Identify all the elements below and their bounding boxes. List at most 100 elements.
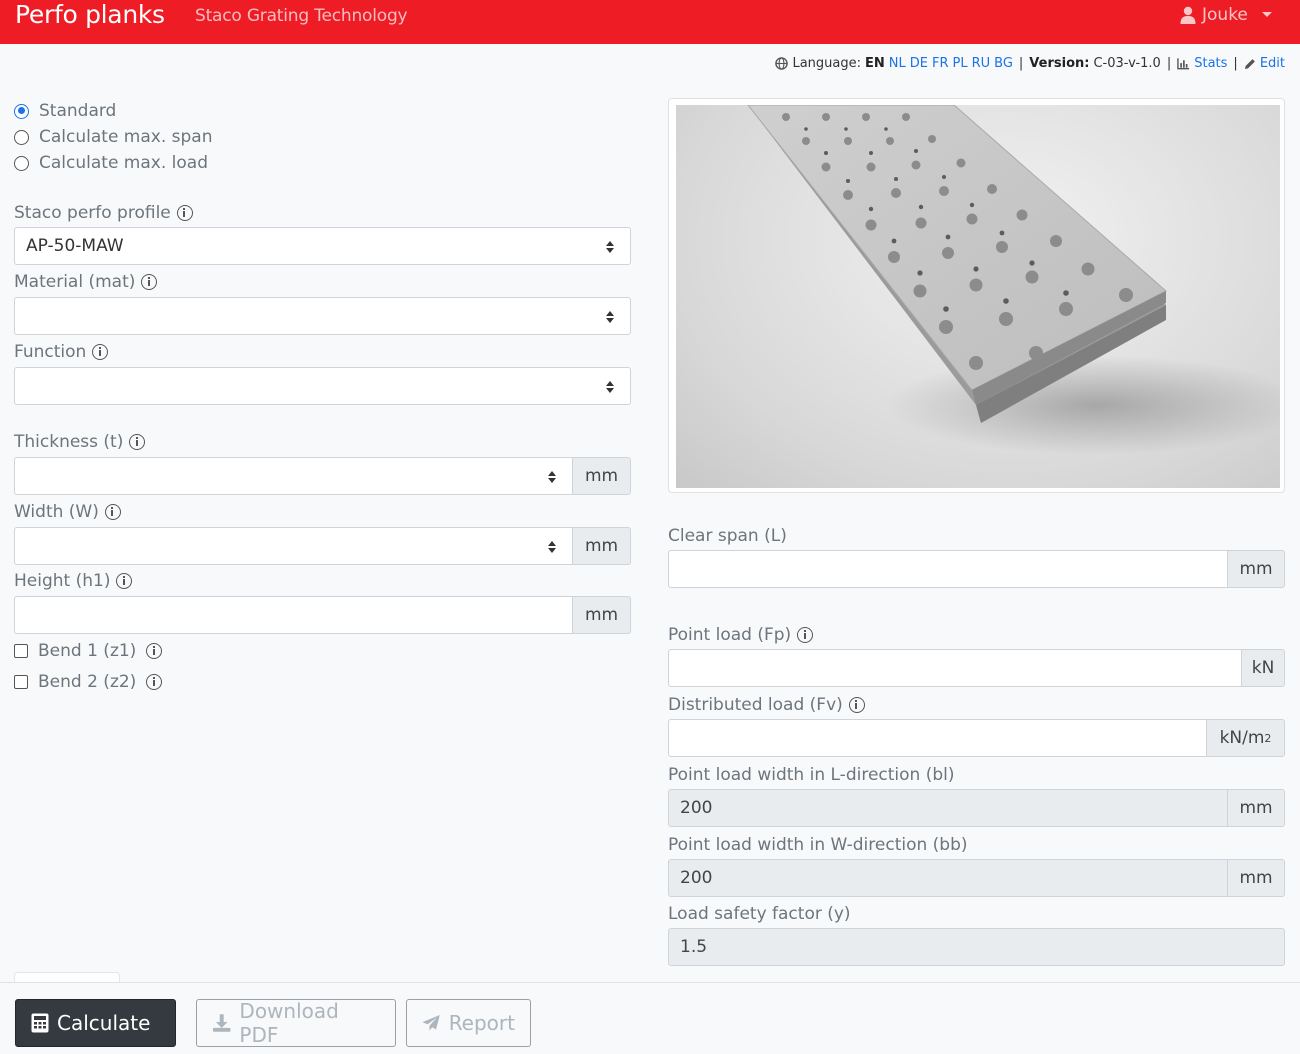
function-label: Function [14, 342, 109, 362]
clear-span-label-text: Clear span (L) [668, 526, 787, 546]
separator: | [1233, 56, 1238, 71]
select-arrows-icon [606, 241, 614, 253]
safety-input[interactable]: 1.5 [668, 928, 1285, 966]
mode-label-max-span: Calculate max. span [39, 127, 213, 147]
bar-chart-icon [1177, 57, 1190, 69]
thickness-unit: mm [572, 457, 631, 495]
meta-bar: Language: EN NL DE FR PL RU BG | Version… [775, 56, 1285, 71]
perforated-plank-illustration [747, 105, 1280, 455]
info-icon[interactable] [848, 697, 865, 713]
user-icon [1180, 6, 1196, 24]
info-icon[interactable] [146, 643, 163, 659]
bend2-option[interactable]: Bend 2 (z2) [14, 672, 163, 692]
calculate-label: Calculate [57, 1011, 151, 1035]
version-value: C-03-v-1.0 [1093, 56, 1161, 71]
bl-input[interactable]: 200 [668, 789, 1228, 827]
width-unit: mm [572, 527, 631, 565]
select-arrows-icon [606, 381, 614, 393]
download-pdf-button[interactable]: Download PDF [196, 999, 396, 1047]
bl-input-value: 200 [680, 798, 713, 818]
info-icon[interactable] [797, 627, 814, 643]
version-label: Version: [1029, 56, 1090, 71]
product-image [676, 105, 1280, 488]
bb-input-value: 200 [680, 868, 713, 888]
bl-label: Point load width in L-direction (bl) [668, 765, 955, 785]
bb-label-text: Point load width in W-direction (bb) [668, 835, 968, 855]
height-input[interactable] [14, 596, 573, 634]
language-current: EN [865, 56, 885, 71]
top-navbar: Perfo planks Staco Grating Technology Jo… [0, 0, 1300, 44]
mode-option-standard[interactable]: Standard [14, 101, 116, 121]
separator: | [1018, 56, 1024, 71]
clear-span-input[interactable] [668, 550, 1228, 588]
language-link-fr[interactable]: FR [932, 56, 949, 71]
safety-label-text: Load safety factor (y) [668, 904, 851, 924]
function-select[interactable] [14, 367, 631, 405]
info-icon[interactable] [146, 674, 163, 690]
radio-max-span[interactable] [14, 129, 29, 145]
action-footer [0, 982, 1300, 1054]
info-icon[interactable] [92, 344, 109, 360]
mode-label-max-load: Calculate max. load [39, 153, 208, 173]
profile-label-text: Staco perfo profile [14, 203, 171, 223]
language-link-pl[interactable]: PL [952, 56, 967, 71]
app-tagline: Staco Grating Technology [195, 6, 408, 26]
info-icon[interactable] [129, 434, 146, 450]
material-label-text: Material (mat) [14, 272, 136, 292]
radio-max-load[interactable] [14, 155, 29, 171]
point-load-label: Point load (Fp) [668, 625, 814, 645]
bend1-option[interactable]: Bend 1 (z1) [14, 641, 163, 661]
function-label-text: Function [14, 342, 87, 362]
bend2-label: Bend 2 (z2) [38, 672, 137, 692]
bl-label-text: Point load width in L-direction (bl) [668, 765, 955, 785]
stats-link[interactable]: Stats [1194, 56, 1227, 71]
dist-load-input[interactable] [668, 719, 1207, 757]
paper-plane-icon [422, 1015, 440, 1031]
thickness-select[interactable] [14, 457, 573, 495]
safety-label: Load safety factor (y) [668, 904, 851, 924]
user-menu[interactable]: Jouke [1180, 5, 1272, 25]
language-link-de[interactable]: DE [910, 56, 928, 71]
bend2-checkbox[interactable] [14, 675, 28, 689]
dist-load-unit-sup: 2 [1264, 731, 1272, 745]
download-pdf-label: Download PDF [239, 999, 339, 1047]
report-button[interactable]: Report [406, 999, 531, 1047]
info-icon[interactable] [141, 274, 158, 290]
calculator-icon [31, 1013, 49, 1033]
bb-unit: mm [1227, 859, 1285, 897]
calculate-button[interactable]: Calculate [15, 999, 176, 1047]
material-label: Material (mat) [14, 272, 158, 292]
bb-input[interactable]: 200 [668, 859, 1228, 897]
thickness-label-text: Thickness (t) [14, 432, 124, 452]
bend1-checkbox[interactable] [14, 644, 28, 658]
material-select[interactable] [14, 297, 631, 335]
mode-option-max-load[interactable]: Calculate max. load [14, 153, 208, 173]
pencil-icon [1244, 58, 1255, 69]
product-image-card [668, 98, 1285, 493]
mode-label-standard: Standard [39, 101, 117, 121]
edit-link[interactable]: Edit [1260, 56, 1285, 71]
width-label: Width (W) [14, 502, 121, 522]
download-icon [212, 1014, 231, 1032]
info-icon[interactable] [176, 205, 193, 221]
select-arrows-icon [548, 541, 556, 553]
height-unit: mm [572, 596, 631, 634]
profile-select[interactable]: AP-50-MAW [14, 227, 631, 265]
radio-standard[interactable] [14, 103, 29, 119]
mode-option-max-span[interactable]: Calculate max. span [14, 127, 213, 147]
app-title[interactable]: Perfo planks [15, 0, 165, 29]
dist-load-label-text: Distributed load (Fv) [668, 695, 843, 715]
info-icon[interactable] [116, 573, 133, 589]
language-link-ru[interactable]: RU [972, 56, 991, 71]
language-link-nl[interactable]: NL [889, 56, 906, 71]
globe-icon [775, 57, 789, 70]
point-load-label-text: Point load (Fp) [668, 625, 792, 645]
point-load-input[interactable] [668, 649, 1242, 687]
height-label: Height (h1) [14, 571, 133, 591]
width-select[interactable] [14, 527, 573, 565]
info-icon[interactable] [104, 504, 121, 520]
profile-select-value: AP-50-MAW [26, 236, 124, 256]
dist-load-label: Distributed load (Fv) [668, 695, 865, 715]
select-arrows-icon [548, 471, 556, 483]
language-link-bg[interactable]: BG [994, 56, 1013, 71]
